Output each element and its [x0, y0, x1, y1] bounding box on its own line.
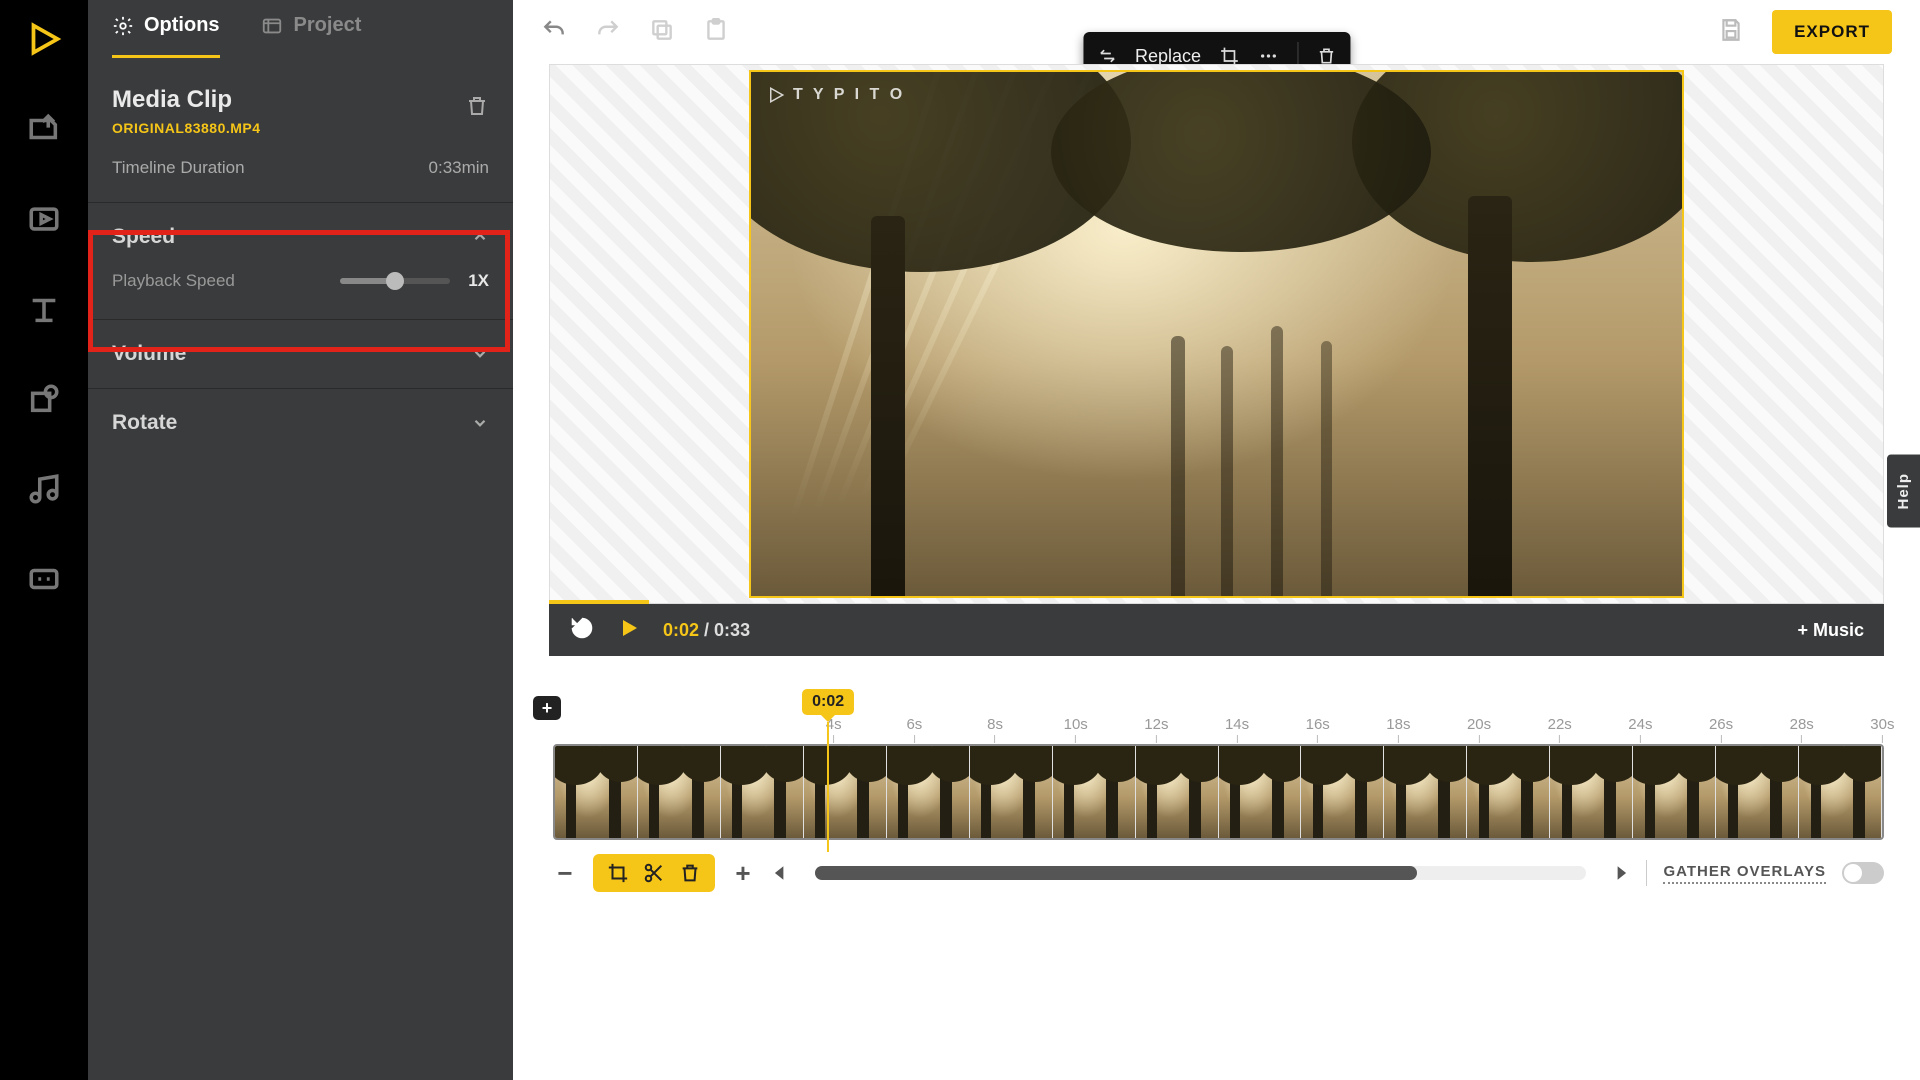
rail-item-captions[interactable] — [23, 558, 65, 600]
undo-button[interactable] — [541, 17, 567, 48]
section-rotate-title: Rotate — [112, 411, 177, 435]
section-speed: Speed Playback Speed 1X — [88, 202, 513, 319]
trash-icon[interactable] — [679, 862, 701, 884]
delete-clip-button[interactable] — [465, 94, 489, 123]
scroll-left-icon[interactable] — [771, 864, 789, 882]
split-icon[interactable] — [643, 862, 665, 884]
timeline-scrollbar[interactable] — [815, 866, 1586, 880]
timeline-clip-strip[interactable] — [553, 744, 1884, 840]
play-button[interactable] — [617, 616, 641, 645]
copy-button[interactable] — [649, 17, 675, 48]
chevron-down-icon — [471, 414, 489, 432]
duration-value: 0:33min — [429, 158, 489, 178]
timeline-thumb — [638, 746, 721, 838]
timeline-thumb — [1716, 746, 1799, 838]
section-rotate: Rotate — [88, 388, 513, 457]
timeline-thumb — [555, 746, 638, 838]
section-volume: Volume — [88, 319, 513, 388]
timeline-thumb — [1053, 746, 1136, 838]
crop-icon[interactable] — [607, 862, 629, 884]
left-rail — [0, 0, 88, 1080]
tab-project[interactable]: Project — [260, 14, 362, 58]
timeline-thumb — [1136, 746, 1219, 838]
trash-icon[interactable] — [1316, 46, 1336, 66]
more-icon[interactable] — [1257, 46, 1279, 66]
tab-project-label: Project — [294, 14, 362, 37]
playback-time: 0:02 / 0:33 — [663, 620, 750, 641]
rail-item-elements[interactable] — [23, 378, 65, 420]
playhead-time: 0:02 — [802, 689, 854, 715]
replace-icon — [1097, 46, 1117, 66]
gather-overlays-toggle[interactable] — [1842, 862, 1884, 884]
rail-item-music[interactable] — [23, 468, 65, 510]
replay-button[interactable] — [569, 615, 595, 646]
speed-slider[interactable] — [340, 278, 450, 284]
clip-title: Media Clip — [112, 86, 261, 114]
rail-item-editor[interactable] — [23, 18, 65, 60]
duration-label: Timeline Duration — [112, 158, 245, 178]
section-speed-title: Speed — [112, 225, 175, 249]
speed-value: 1X — [468, 271, 489, 291]
rail-item-templates[interactable] — [23, 198, 65, 240]
timeline-thumb — [721, 746, 804, 838]
timeline-thumb — [1467, 746, 1550, 838]
export-button[interactable]: EXPORT — [1772, 10, 1892, 54]
crop-icon[interactable] — [1219, 46, 1239, 66]
main-area: EXPORT Replace — [513, 0, 1920, 1080]
section-volume-title: Volume — [112, 342, 186, 366]
redo-button[interactable] — [595, 17, 621, 48]
gather-overlays-label: GATHER OVERLAYS — [1663, 863, 1826, 884]
tab-options[interactable]: Options — [112, 14, 220, 58]
rail-item-text[interactable] — [23, 288, 65, 330]
zoom-out-button[interactable]: − — [553, 858, 577, 889]
timeline-thumb — [1301, 746, 1384, 838]
timeline-thumb — [1384, 746, 1467, 838]
timeline-thumb — [1550, 746, 1633, 838]
timeline-controls: − + GATHER OVERLAYS — [553, 854, 1884, 892]
tab-options-label: Options — [144, 14, 220, 37]
timeline-ruler[interactable]: 4s6s8s10s12s14s16s18s20s22s24s26s28s30s3… — [553, 716, 1884, 744]
save-button[interactable] — [1718, 17, 1744, 48]
watermark: T Y P I T O — [767, 86, 905, 104]
timeline-playhead[interactable]: 0:02 — [802, 689, 854, 852]
section-rotate-header[interactable]: Rotate — [88, 389, 513, 457]
paste-button[interactable] — [703, 17, 729, 48]
video-preview[interactable]: T Y P I T O — [749, 70, 1684, 598]
timeline-thumb — [1799, 746, 1882, 838]
zoom-in-button[interactable]: + — [731, 858, 755, 889]
timeline: + 4s6s8s10s12s14s16s18s20s22s24s26s28s30… — [539, 716, 1884, 892]
playback-bar: 0:02 / 0:33 + Music — [549, 604, 1884, 656]
clip-edit-tools — [593, 854, 715, 892]
options-panel: Options Project Media Clip ORIGINAL83880… — [88, 0, 513, 1080]
chevron-up-icon — [471, 228, 489, 246]
add-music-button[interactable]: + Music — [1797, 620, 1864, 641]
section-volume-header[interactable]: Volume — [88, 320, 513, 388]
section-speed-header[interactable]: Speed — [88, 203, 513, 271]
timeline-thumb — [1219, 746, 1302, 838]
help-tab[interactable]: Help — [1887, 455, 1920, 528]
timeline-thumb — [887, 746, 970, 838]
rail-item-upload[interactable] — [23, 108, 65, 150]
chevron-down-icon — [471, 345, 489, 363]
clip-filename: ORIGINAL83880.MP4 — [112, 120, 261, 136]
timeline-thumb — [1633, 746, 1716, 838]
scroll-right-icon[interactable] — [1612, 864, 1630, 882]
speed-row-label: Playback Speed — [112, 271, 235, 291]
timeline-thumb — [970, 746, 1053, 838]
preview-stage: T Y P I T O — [549, 64, 1884, 604]
